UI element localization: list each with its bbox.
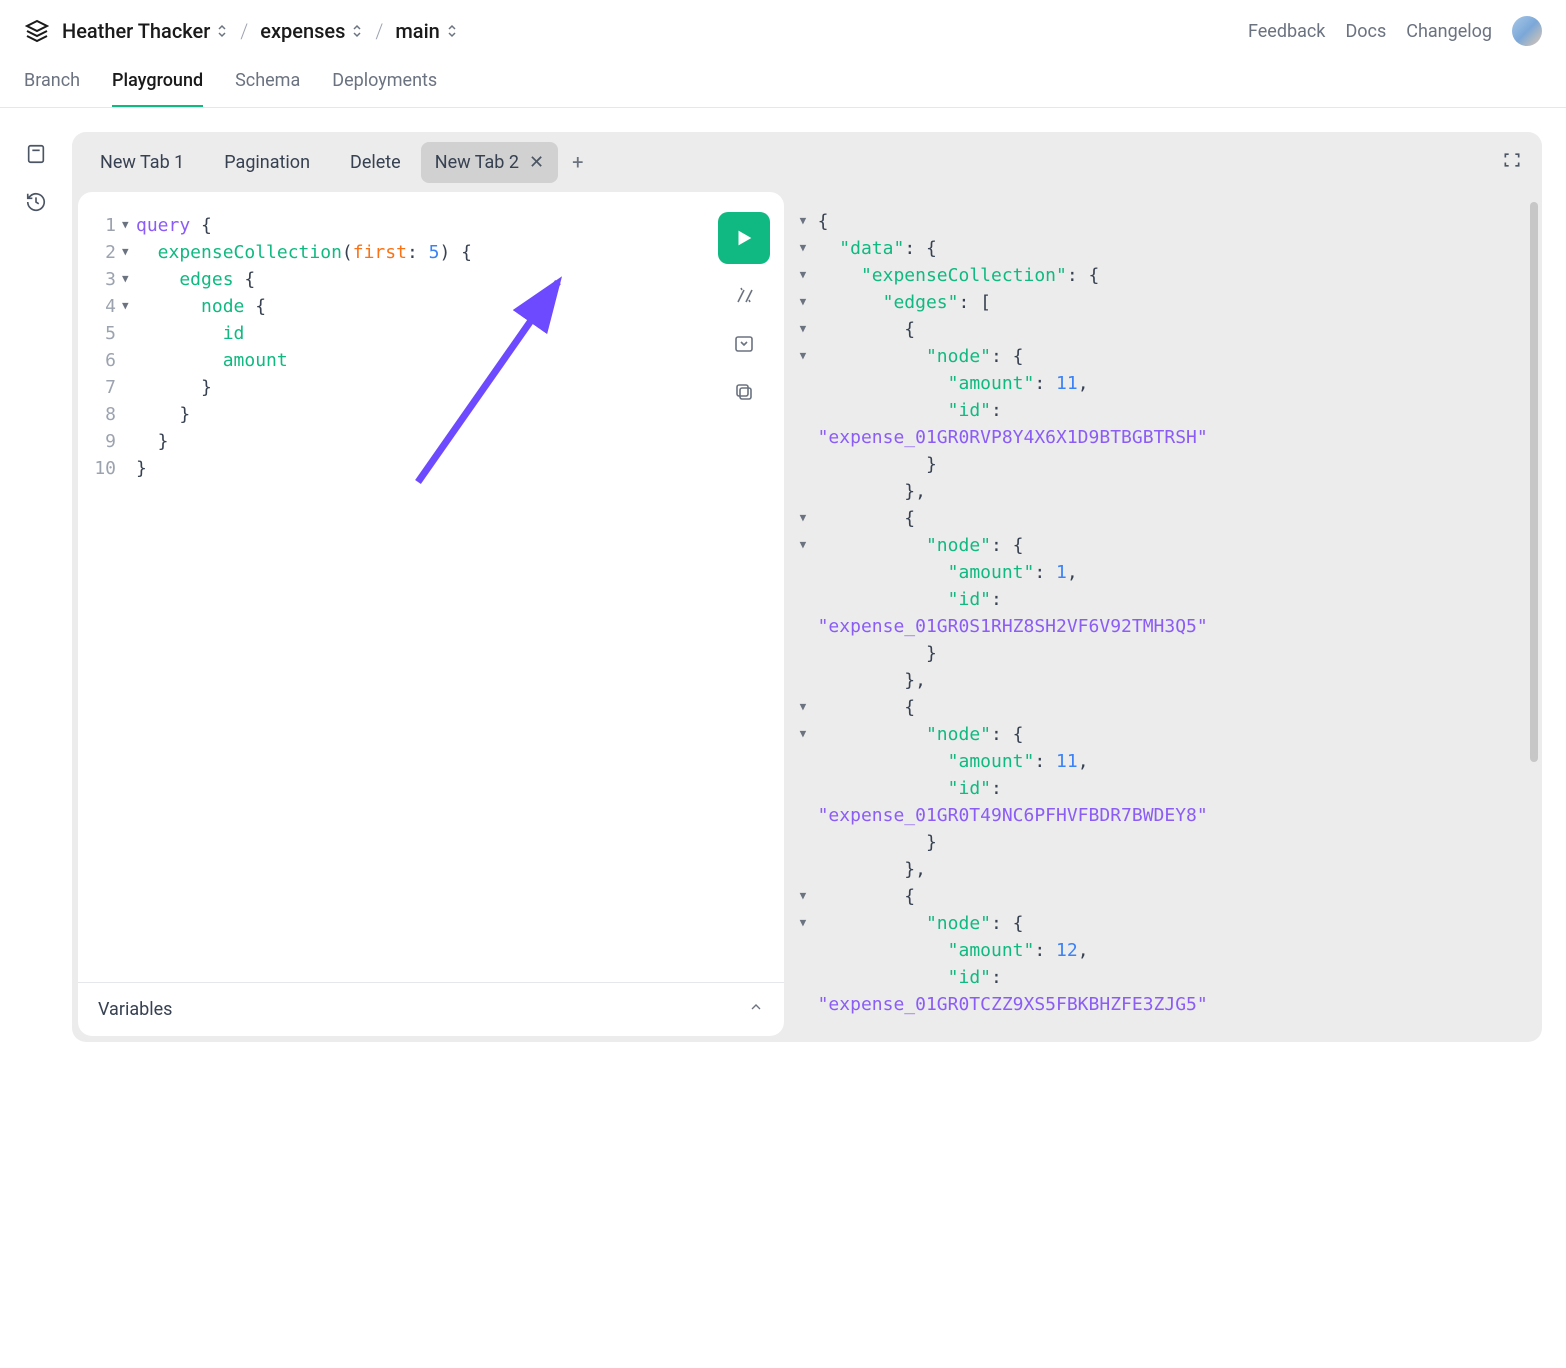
breadcrumb-project[interactable]: expenses <box>260 19 363 43</box>
sparkle-icon <box>732 284 756 308</box>
selector-icon <box>446 23 458 39</box>
history-icon <box>25 191 47 213</box>
merge-icon <box>732 332 756 356</box>
variables-panel-toggle[interactable]: Variables <box>78 982 784 1036</box>
owner-label: Heather Thacker <box>62 19 210 43</box>
editor-actions <box>718 212 770 408</box>
tab-new-tab-1[interactable]: New Tab 1 <box>80 142 204 183</box>
selector-icon <box>216 23 228 39</box>
line-number: 2 <box>92 239 122 266</box>
result-viewer[interactable]: ▼{ ▼ "data": { ▼ "expenseCollection": { … <box>790 192 1542 1042</box>
breadcrumb: Heather Thacker / expenses / main <box>24 18 458 44</box>
sidebar <box>0 132 72 1042</box>
expand-icon <box>1502 150 1522 170</box>
line-number: 10 <box>92 455 122 482</box>
breadcrumb-separator: / <box>240 19 248 43</box>
line-number: 4 <box>92 293 122 320</box>
panes: 1▼query { 2▼ expenseCollection(first: 5)… <box>72 192 1542 1042</box>
tab-label: New Tab 2 <box>435 152 519 173</box>
chevron-up-icon <box>748 999 764 1020</box>
playground-panel: New Tab 1 Pagination Delete New Tab 2 ✕ … <box>72 132 1542 1042</box>
nav-branch[interactable]: Branch <box>24 58 80 107</box>
sidebar-history-button[interactable] <box>22 188 50 216</box>
copy-icon <box>732 380 756 404</box>
logo[interactable] <box>24 18 50 44</box>
line-number: 6 <box>92 347 122 374</box>
scrollbar-thumb[interactable] <box>1530 202 1538 762</box>
stack-icon <box>25 19 49 43</box>
workspace: New Tab 1 Pagination Delete New Tab 2 ✕ … <box>0 108 1566 1042</box>
feedback-link[interactable]: Feedback <box>1248 21 1325 42</box>
line-number: 9 <box>92 428 122 455</box>
breadcrumb-branch[interactable]: main <box>395 19 457 43</box>
branch-label: main <box>395 19 439 43</box>
nav-playground[interactable]: Playground <box>112 58 203 107</box>
copy-button[interactable] <box>728 376 760 408</box>
tab-bar: New Tab 1 Pagination Delete New Tab 2 ✕ … <box>72 132 1542 192</box>
line-number: 8 <box>92 401 122 428</box>
play-icon <box>733 227 755 249</box>
breadcrumb-owner[interactable]: Heather Thacker <box>62 19 228 43</box>
query-editor: 1▼query { 2▼ expenseCollection(first: 5)… <box>78 192 784 1036</box>
run-query-button[interactable] <box>718 212 770 264</box>
tab-pagination[interactable]: Pagination <box>204 142 330 183</box>
avatar[interactable] <box>1512 16 1542 46</box>
fullscreen-button[interactable] <box>1502 150 1522 174</box>
nav-deployments[interactable]: Deployments <box>332 58 437 107</box>
tab-delete[interactable]: Delete <box>330 142 421 183</box>
header-right: Feedback Docs Changelog <box>1248 16 1542 46</box>
docs-link[interactable]: Docs <box>1345 21 1386 42</box>
line-number: 3 <box>92 266 122 293</box>
editor-content[interactable]: 1▼query { 2▼ expenseCollection(first: 5)… <box>78 192 784 982</box>
add-tab-button[interactable]: + <box>558 140 597 184</box>
header: Heather Thacker / expenses / main Feedba… <box>0 0 1566 58</box>
breadcrumb-separator: / <box>375 19 383 43</box>
document-icon <box>25 143 47 165</box>
line-number: 5 <box>92 320 122 347</box>
prettify-button[interactable] <box>728 280 760 312</box>
close-icon[interactable]: ✕ <box>529 152 544 173</box>
selector-icon <box>351 23 363 39</box>
sidebar-docs-button[interactable] <box>22 140 50 168</box>
line-number: 1 <box>92 212 122 239</box>
nav-schema[interactable]: Schema <box>235 58 300 107</box>
main-nav: Branch Playground Schema Deployments <box>0 58 1566 108</box>
changelog-link[interactable]: Changelog <box>1406 21 1492 42</box>
tab-new-tab-2[interactable]: New Tab 2 ✕ <box>421 142 558 183</box>
variables-label: Variables <box>98 999 172 1020</box>
merge-button[interactable] <box>728 328 760 360</box>
line-number: 7 <box>92 374 122 401</box>
project-label: expenses <box>260 19 345 43</box>
